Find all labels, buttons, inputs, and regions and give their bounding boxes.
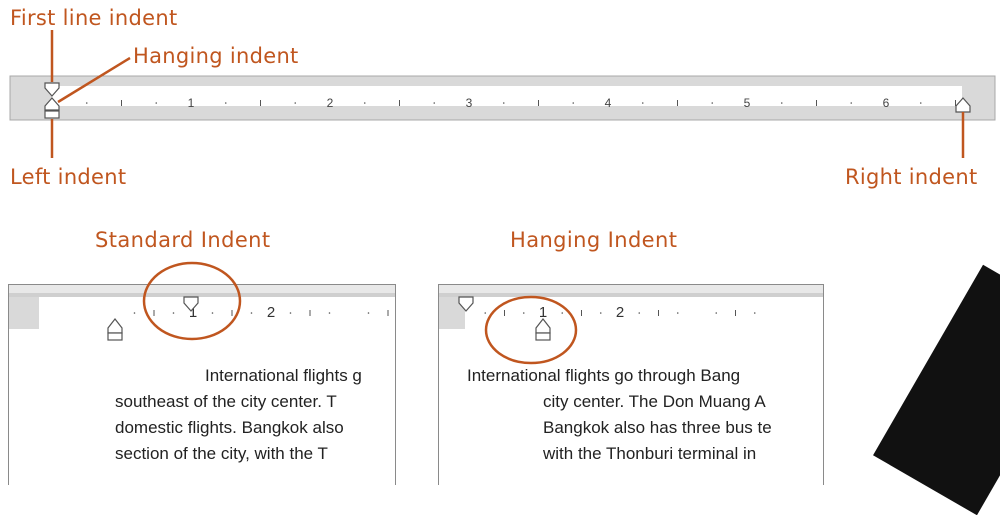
- hanging-ruler-dot: [753, 312, 756, 314]
- hanging-line-4: with the Thonburi terminal in: [543, 444, 757, 463]
- main-ruler-diagram: 1 2 3 4 5 6: [9, 30, 996, 158]
- hanging-ruler-dot: [638, 312, 641, 314]
- main-ruler-dot: [502, 102, 505, 104]
- standard-ruler-dot: [211, 312, 214, 314]
- hanging-left-marker[interactable]: [535, 332, 551, 341]
- standard-line-3: domestic flights. Bangkok also: [115, 418, 344, 437]
- standard-ruler-dot: [250, 312, 253, 314]
- standard-ruler-number: 2: [267, 304, 275, 321]
- hanging-ruler-dot: [599, 312, 602, 314]
- standard-ruler-dot: [328, 312, 331, 314]
- standard-ruler: 12: [9, 285, 395, 341]
- watermark-shape: [873, 264, 1000, 515]
- main-ruler-dot: [85, 102, 88, 104]
- main-ruler-number: 5: [744, 96, 751, 110]
- main-ruler-dot: [919, 102, 922, 104]
- main-ruler-dot: [224, 102, 227, 104]
- main-ruler-number: 1: [188, 96, 195, 110]
- standard-ruler-dot: [133, 312, 136, 314]
- hanging-indent-panel: 12 International flights go through Bang…: [438, 284, 824, 485]
- hanging-line-2: city center. The Don Muang A: [543, 392, 766, 411]
- main-ruler-dot: [780, 102, 783, 104]
- main-ruler-dot: [572, 102, 575, 104]
- main-ruler-number: 6: [883, 96, 890, 110]
- standard-indent-panel: 12 International flights g southeast of …: [8, 284, 396, 485]
- hanging-ruler-dot: [561, 312, 564, 314]
- standard-indent-title: Standard Indent: [95, 228, 271, 252]
- main-ruler-number: 4: [605, 96, 612, 110]
- main-ruler-dot: [433, 102, 436, 104]
- standard-ruler-dot: [172, 312, 175, 314]
- main-ruler-dot: [850, 102, 853, 104]
- hanging-ruler-dot: [484, 312, 487, 314]
- hanging-ruler-dot: [676, 312, 679, 314]
- main-ruler: 1 2 3 4 5 6: [9, 75, 996, 121]
- standard-line-4: section of the city, with the T: [115, 444, 328, 463]
- main-ruler-dot: [294, 102, 297, 104]
- hanging-line-3: Bangkok also has three bus te: [543, 418, 772, 437]
- main-ruler-dot: [155, 102, 158, 104]
- standard-ruler-dot: [289, 312, 292, 314]
- hanging-ruler-dot: [522, 312, 525, 314]
- standard-ruler-dot: [367, 312, 370, 314]
- standard-first-line: International flights g: [205, 366, 362, 385]
- hanging-ruler: 12: [439, 285, 823, 341]
- main-ruler-dot: [641, 102, 644, 104]
- hanging-first-line: International flights go through Bang: [467, 366, 741, 385]
- hanging-ruler-dot: [715, 312, 718, 314]
- main-ruler-dot: [363, 102, 366, 104]
- left-indent-marker[interactable]: [44, 110, 60, 119]
- main-ruler-dot: [711, 102, 714, 104]
- main-ruler-number: 2: [327, 96, 334, 110]
- standard-line-2: southeast of the city center. T: [115, 392, 337, 411]
- main-ruler-number: 3: [466, 96, 473, 110]
- hanging-ruler-number: 2: [616, 304, 624, 321]
- hanging-indent-title: Hanging Indent: [510, 228, 678, 252]
